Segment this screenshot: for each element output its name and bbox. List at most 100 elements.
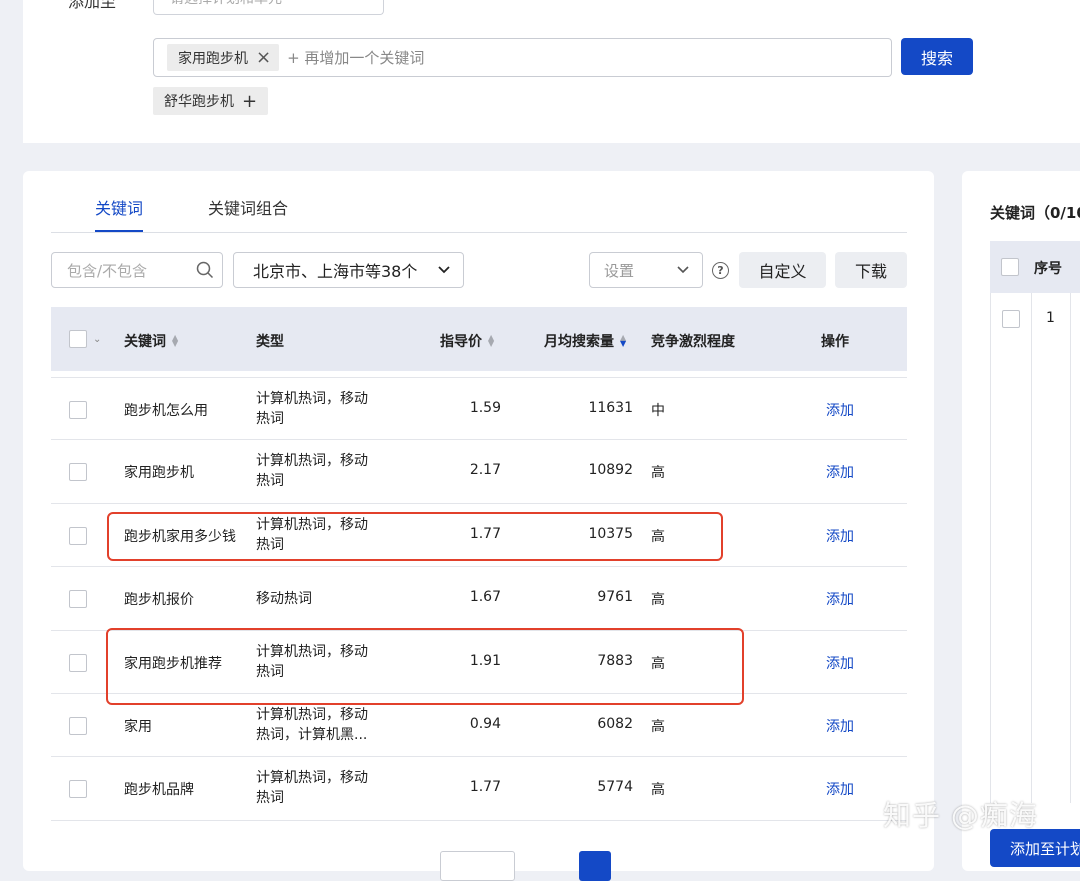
- row-checkbox[interactable]: [69, 780, 87, 799]
- keyword-tag: 家用跑步机 ×: [167, 44, 280, 71]
- highlight-box: [106, 628, 744, 705]
- cell-competition: 高: [651, 465, 665, 482]
- selected-table-body: 1: [990, 293, 1080, 803]
- tab-keyword-combos[interactable]: 关键词组合: [208, 195, 288, 231]
- cell-competition: 高: [651, 592, 665, 609]
- column-divider: [1031, 293, 1032, 803]
- tab-bar: 关键词 关键词组合: [51, 171, 907, 233]
- cell-volume: 10892: [588, 462, 633, 479]
- plan-unit-select[interactable]: 请选择计划和单元: [153, 0, 384, 15]
- column-competition: 竞争激烈程度: [651, 331, 735, 351]
- add-link[interactable]: 添加: [826, 779, 854, 799]
- chevron-down-icon[interactable]: ⌄: [93, 334, 101, 345]
- settings-value: 设置: [604, 261, 635, 280]
- help-icon[interactable]: ?: [712, 262, 729, 279]
- cell-volume: 9761: [597, 589, 633, 606]
- column-type-label: 类型: [256, 334, 284, 350]
- include-exclude-filter[interactable]: 包含/不包含: [51, 252, 223, 288]
- selected-title: 关键词（0/10: [990, 204, 1080, 222]
- row-checkbox[interactable]: [69, 716, 87, 735]
- page-size-select[interactable]: [440, 851, 515, 881]
- settings-select[interactable]: 设置: [589, 252, 703, 288]
- row-checkbox[interactable]: [69, 526, 87, 545]
- filter-placeholder: 包含/不包含: [67, 261, 148, 280]
- cell-keyword: 跑步机怎么用: [124, 403, 208, 419]
- search-button[interactable]: 搜索: [901, 38, 973, 75]
- keyword-panel: 关键词 关键词组合 包含/不包含 北京市、上海市等38个 设置 ? 自定义 下载…: [23, 171, 934, 881]
- highlight-box: [107, 512, 723, 561]
- column-price-label: 指导价: [440, 334, 482, 350]
- search-panel: 添加至 请选择计划和单元 家用跑步机 × + 再增加一个关键词 搜索 舒华跑步机…: [23, 0, 1080, 143]
- selected-table-header: 序号: [990, 241, 1080, 293]
- watermark: 知乎 @痴海: [883, 799, 1038, 832]
- region-select[interactable]: 北京市、上海市等38个: [233, 252, 464, 288]
- suggested-keyword-label: 舒华跑步机: [164, 94, 234, 110]
- suggested-keyword[interactable]: 舒华跑步机 +: [153, 87, 269, 115]
- cell-price: 1.59: [469, 400, 501, 416]
- row-checkbox[interactable]: [69, 463, 87, 482]
- column-action-label: 操作: [821, 334, 849, 350]
- cell-competition: 中: [651, 403, 665, 419]
- add-link[interactable]: 添加: [826, 400, 854, 420]
- sort-icon[interactable]: ▲ ▼: [488, 334, 494, 348]
- add-to-plan-button[interactable]: 添加至计划: [990, 829, 1080, 867]
- select-all[interactable]: ⌄: [69, 330, 101, 348]
- cell-type: 计算机热词，移动热词: [256, 391, 368, 427]
- keyword-input[interactable]: 家用跑步机 × + 再增加一个关键词: [153, 38, 892, 77]
- customize-button[interactable]: 自定义: [739, 252, 826, 288]
- add-link[interactable]: 添加: [826, 716, 854, 736]
- cell-keyword: 跑步机报价: [124, 592, 194, 609]
- add-keyword-placeholder[interactable]: + 再增加一个关键词: [287, 47, 424, 68]
- plus-icon[interactable]: +: [242, 91, 257, 112]
- download-button[interactable]: 下载: [835, 252, 907, 288]
- add-link[interactable]: 添加: [826, 589, 854, 609]
- column-divider: [1070, 293, 1071, 803]
- select-all-checkbox[interactable]: [69, 330, 87, 348]
- cell-price: 1.77: [469, 779, 501, 796]
- row-checkbox[interactable]: [69, 401, 87, 419]
- select-all-checkbox[interactable]: [1001, 258, 1019, 276]
- cell-type: 计算机热词，移动热词: [256, 453, 368, 490]
- chevron-down-icon: [438, 266, 450, 274]
- cell-type: 计算机热词，移动热词: [256, 770, 368, 807]
- column-keyword[interactable]: 关键词 ▲ ▼: [124, 331, 178, 351]
- sort-icon[interactable]: ▲ ▼: [172, 334, 178, 348]
- table-header: ⌄ 关键词 ▲ ▼ 类型 指导价 ▲ ▼ 月均搜索量 ▲ ▼ 竞争激烈程度 操作: [51, 307, 907, 371]
- keyword-table-body: 跑步机怎么用 计算机热词，移动热词 1.59 11631 中 添加 家用跑步机 …: [51, 377, 907, 821]
- column-volume-label: 月均搜索量: [544, 334, 614, 350]
- table-row: 跑步机报价 移动热词 1.67 9761 高 添加: [51, 567, 907, 631]
- column-price[interactable]: 指导价 ▲ ▼: [440, 331, 494, 351]
- cell-keyword: 家用跑步机: [124, 465, 194, 482]
- cell-price: 1.67: [469, 589, 501, 606]
- cell-type: 移动热词: [256, 591, 312, 608]
- close-icon[interactable]: ×: [256, 47, 271, 68]
- cell-competition: 高: [651, 718, 665, 735]
- add-link[interactable]: 添加: [826, 526, 854, 546]
- table-row: 跑步机品牌 计算机热词，移动热词 1.77 5774 高 添加: [51, 757, 907, 821]
- sort-icon[interactable]: ▲ ▼: [620, 334, 626, 348]
- search-icon: [196, 261, 214, 279]
- table-row: 跑步机怎么用 计算机热词，移动热词 1.59 11631 中 添加: [51, 377, 907, 441]
- column-volume[interactable]: 月均搜索量 ▲ ▼: [544, 331, 626, 351]
- column-competition-label: 竞争激烈程度: [651, 334, 735, 350]
- add-link[interactable]: 添加: [826, 462, 854, 482]
- cell-price: 0.94: [469, 715, 501, 732]
- row-checkbox[interactable]: [69, 590, 87, 609]
- tab-keywords[interactable]: 关键词: [95, 195, 144, 232]
- row-checkbox[interactable]: [69, 653, 87, 672]
- cell-price: 2.17: [469, 462, 501, 479]
- column-keyword-label: 关键词: [124, 334, 166, 350]
- row-checkbox[interactable]: [1002, 310, 1020, 328]
- cell-volume: 6082: [597, 715, 633, 732]
- add-link[interactable]: 添加: [826, 653, 854, 673]
- region-value: 北京市、上海市等38个: [253, 262, 418, 281]
- table-row: 家用跑步机 计算机热词，移动热词 2.17 10892 高 添加: [51, 440, 907, 504]
- column-action: 操作: [821, 331, 849, 351]
- cell-competition: 高: [651, 782, 665, 799]
- column-type: 类型: [256, 331, 284, 351]
- cell-volume: 5774: [597, 779, 633, 796]
- page-button-active[interactable]: [579, 851, 611, 881]
- column-seq: 序号: [1034, 261, 1062, 277]
- chevron-down-icon: [677, 266, 689, 274]
- cell-keyword: 家用: [124, 718, 152, 735]
